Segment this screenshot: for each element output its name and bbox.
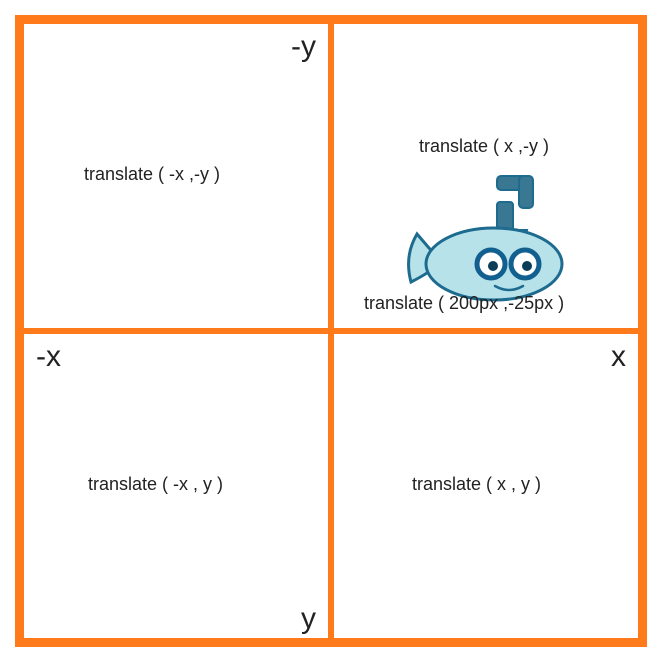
translate-fn-q3: translate ( -x , y ): [88, 474, 223, 495]
diagram-frame: -y translate ( -x ,-y ) translate ( x ,-…: [0, 0, 662, 662]
translate-fn-q2: translate ( -x ,-y ): [84, 164, 220, 185]
quadrant-4: x translate ( x , y ): [331, 331, 641, 641]
submarine-icon: [399, 164, 579, 304]
quadrant-1: translate ( x ,-y ): [331, 21, 641, 331]
axis-neg-y-label: -y: [291, 30, 316, 64]
axis-pos-y-label: y: [301, 602, 316, 636]
translate-fn-q1: translate ( x ,-y ): [419, 136, 549, 157]
quadrant-grid: -y translate ( -x ,-y ) translate ( x ,-…: [15, 15, 647, 647]
quadrant-3: -x translate ( -x , y ) y: [21, 331, 331, 641]
translate-fn-q4: translate ( x , y ): [412, 474, 541, 495]
translate-example-q1: translate ( 200px ,-25px ): [364, 293, 564, 314]
axis-pos-x-label: x: [611, 340, 626, 374]
axis-neg-x-label: -x: [36, 340, 61, 374]
quadrant-2: -y translate ( -x ,-y ): [21, 21, 331, 331]
